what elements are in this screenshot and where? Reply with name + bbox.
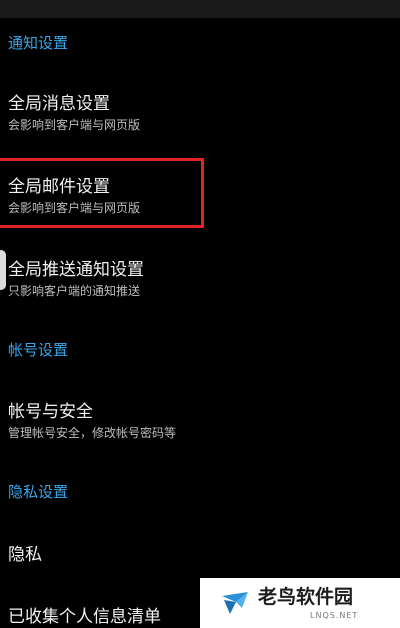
section-header-notification: 通知设置 (8, 34, 69, 52)
watermark-logo: 老鸟软件园 LNQS.NET (200, 578, 400, 628)
item-title: 帐号与安全 (8, 402, 93, 422)
global-push-settings-item[interactable]: 全局推送通知设置 只影响客户端的通知推送 (0, 259, 400, 315)
item-title: 已收集个人信息清单 (8, 607, 161, 627)
section-header-privacy: 隐私设置 (8, 483, 69, 501)
account-security-item[interactable]: 帐号与安全 管理帐号安全，修改帐号密码等 (0, 401, 400, 457)
item-title: 全局消息设置 (8, 94, 110, 114)
top-strip (0, 0, 400, 18)
bird-logo-icon (222, 592, 248, 614)
global-message-settings-item[interactable]: 全局消息设置 会影响到客户端与网页版 (0, 93, 400, 149)
item-title: 隐私 (8, 545, 42, 565)
watermark-brand: 老鸟软件园 (258, 586, 354, 608)
item-title: 全局推送通知设置 (8, 260, 144, 280)
item-subtitle: 管理帐号安全，修改帐号密码等 (8, 426, 177, 440)
edge-handle (0, 250, 6, 290)
watermark-domain: LNQS.NET (310, 611, 359, 620)
item-subtitle: 只影响客户端的通知推送 (8, 284, 141, 298)
section-header-account: 帐号设置 (8, 341, 69, 359)
red-highlight-box (0, 158, 204, 228)
item-subtitle: 会影响到客户端与网页版 (8, 118, 141, 132)
